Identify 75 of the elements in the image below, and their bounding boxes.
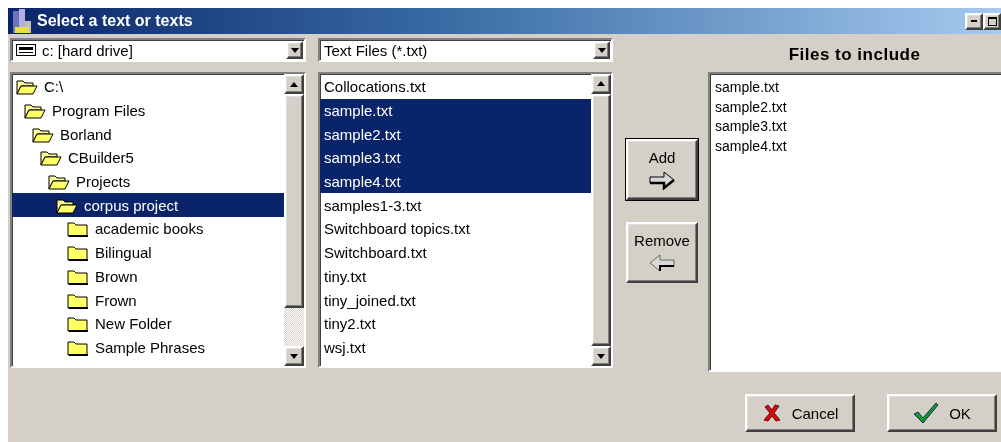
ok-button[interactable]: OK — [887, 394, 997, 432]
scroll-up-button[interactable] — [591, 74, 611, 94]
file-item[interactable]: tiny.txt — [320, 264, 591, 289]
folder-icon — [67, 315, 89, 333]
file-item[interactable]: tiny_joined.txt — [320, 288, 591, 312]
scrollbar-thumb[interactable] — [591, 93, 611, 347]
file-item[interactable]: sample3.txt — [320, 146, 591, 170]
scroll-down-button[interactable] — [591, 346, 611, 366]
folder-item[interactable]: New Folder — [12, 311, 284, 336]
folder-item[interactable]: Frown — [12, 288, 284, 312]
check-icon — [913, 402, 940, 424]
scroll-down-button[interactable] — [284, 346, 304, 366]
scroll-up-button[interactable] — [284, 74, 304, 94]
scrollbar-thumb[interactable] — [284, 94, 304, 308]
drive-dropdown[interactable]: c: [hard drive] — [10, 38, 306, 62]
included-file-item[interactable]: sample4.txt — [715, 136, 1001, 156]
up-arrow-icon — [597, 81, 605, 87]
folder-icon — [67, 291, 89, 309]
window-title: Select a text or texts — [37, 12, 194, 30]
add-button[interactable]: Add — [626, 139, 698, 200]
dropdown-button[interactable] — [593, 41, 610, 59]
file-item[interactable]: Switchboard.txt — [320, 240, 591, 265]
down-arrow-icon — [290, 353, 298, 359]
down-arrow-icon — [597, 353, 605, 359]
folder-item[interactable]: Bilingual — [12, 240, 284, 265]
folder-icon — [67, 338, 89, 356]
maximize-icon — [987, 16, 997, 26]
app-icon — [11, 9, 33, 33]
file-item[interactable]: sample2.txt — [320, 122, 591, 147]
folder-item[interactable]: Brown — [12, 264, 284, 289]
dropdown-button[interactable] — [286, 41, 303, 59]
remove-button[interactable]: Remove — [626, 222, 698, 283]
up-arrow-icon — [290, 81, 298, 87]
included-file-item[interactable]: sample.txt — [715, 78, 1001, 98]
included-file-item[interactable]: sample3.txt — [715, 117, 1001, 137]
open-folder-icon — [24, 102, 46, 120]
folder-list[interactable]: C:\ Program Files Borland CBuilder5 Projects corpus project academic books Bilingual Brown Frown New Folder Sample Phrases — [10, 72, 306, 368]
file-list[interactable]: Collocations.txt sample.txt sample2.txt sample3.txt sample4.txt samples1-3.txt Switchboard topics.txt Switchboard.txt tiny.txt tiny_joined.txt tiny2.txt wsj.txt — [318, 72, 613, 368]
open-folder-icon — [40, 149, 62, 167]
right-arrow-icon — [649, 170, 675, 190]
file-item[interactable]: wsj.txt — [320, 335, 591, 360]
drive-icon — [16, 44, 36, 56]
open-folder-icon — [56, 196, 78, 214]
folder-icon — [67, 220, 89, 238]
cancel-button[interactable]: Cancel — [745, 394, 855, 432]
folder-item[interactable]: C:\ — [12, 75, 284, 99]
folder-item[interactable]: Program Files — [12, 98, 284, 123]
file-type-dropdown[interactable]: Text Files (*.txt) — [318, 38, 613, 62]
open-folder-icon — [16, 78, 38, 96]
folder-item[interactable]: CBuilder5 — [12, 146, 284, 170]
list-heading: Files to include — [787, 44, 922, 66]
folder-icon — [67, 244, 89, 262]
folder-item[interactable]: corpus project — [12, 193, 284, 218]
file-item[interactable]: sample.txt — [320, 98, 591, 123]
file-item[interactable]: Switchboard topics.txt — [320, 217, 591, 241]
included-file-item[interactable]: sample2.txt — [715, 97, 1001, 117]
file-item[interactable]: samples1-3.txt — [320, 193, 591, 218]
minimize-icon — [971, 20, 977, 22]
folder-item[interactable]: Sample Phrases — [12, 335, 284, 360]
file-item[interactable]: tiny2.txt — [320, 311, 591, 336]
open-folder-icon — [48, 173, 70, 191]
down-arrow-icon — [290, 47, 299, 53]
file-item[interactable]: Collocations.txt — [320, 75, 591, 99]
file-item[interactable]: sample4.txt — [320, 169, 591, 194]
minimize-button[interactable] — [965, 12, 983, 30]
close-icon — [761, 403, 782, 423]
left-arrow-icon — [649, 253, 675, 273]
included-files-list[interactable]: sample.txt sample2.txt sample3.txt sample4.txt — [708, 72, 1001, 372]
folder-item[interactable]: Projects — [12, 169, 284, 194]
folder-icon — [67, 267, 89, 285]
folder-item[interactable]: academic books — [12, 217, 284, 241]
maximize-button[interactable] — [983, 12, 1001, 30]
open-folder-icon — [32, 125, 54, 143]
down-arrow-icon — [597, 47, 606, 53]
folder-item[interactable]: Borland — [12, 122, 284, 147]
